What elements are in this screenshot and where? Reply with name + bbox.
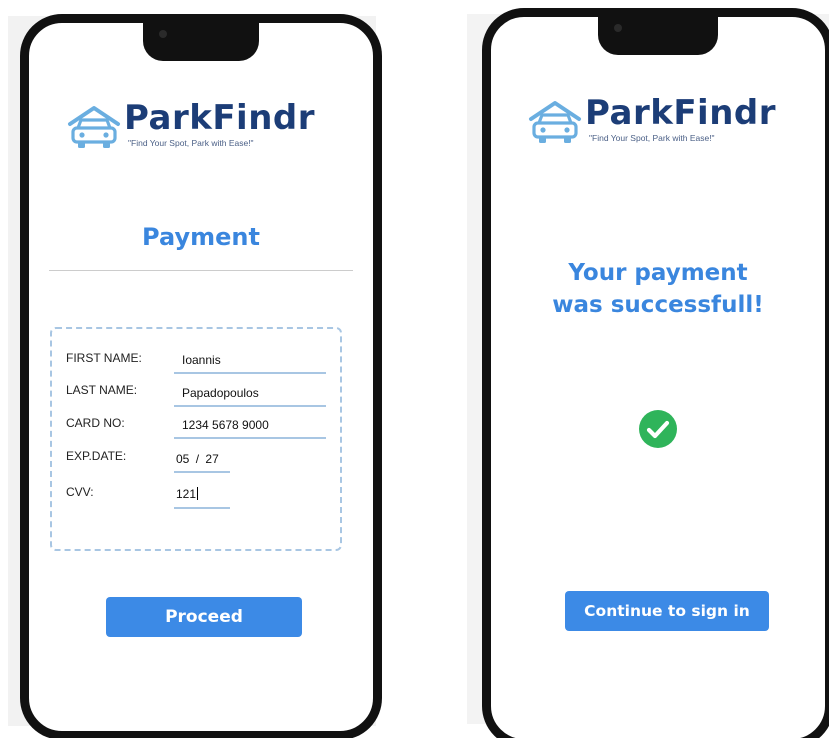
success-line-1: Your payment	[568, 260, 748, 286]
screenshot-stage: ParkFindr "Find Your Spot, Park with Eas…	[0, 0, 829, 738]
check-circle-icon	[638, 409, 678, 449]
exp-year: 27	[205, 452, 219, 466]
success-line-2: was successfull!	[552, 292, 764, 318]
garage-car-icon	[529, 101, 581, 143]
cvv-underline	[174, 507, 230, 509]
success-message: Your payment was successfull!	[491, 257, 825, 321]
exp-date-underline	[174, 471, 230, 473]
payment-phone-frame: ParkFindr "Find Your Spot, Park with Eas…	[20, 14, 382, 738]
brand-name: ParkFindr	[124, 98, 316, 138]
first-name-underline	[174, 372, 326, 374]
cvv-input[interactable]: 121	[176, 487, 199, 501]
title-divider	[49, 270, 353, 271]
last-name-underline	[174, 405, 326, 407]
brand-tagline: "Find Your Spot, Park with Ease!"	[128, 138, 254, 148]
exp-date-input[interactable]: 05 / 27	[176, 452, 219, 466]
garage-car-icon	[68, 106, 120, 148]
exp-separator: /	[195, 452, 200, 466]
card-no-input[interactable]: 1234 5678 9000	[182, 418, 269, 432]
cvv-label: CVV:	[66, 485, 94, 499]
card-no-label: CARD NO:	[66, 416, 125, 430]
exp-month: 05	[176, 452, 190, 466]
cvv-value: 121	[176, 487, 197, 501]
brand-tagline: "Find Your Spot, Park with Ease!"	[589, 133, 715, 143]
continue-to-sign-in-button[interactable]: Continue to sign in	[565, 591, 769, 631]
parkfindr-logo: ParkFindr "Find Your Spot, Park with Eas…	[527, 93, 817, 153]
page-title: Payment	[142, 223, 260, 251]
success-phone-frame: ParkFindr "Find Your Spot, Park with Eas…	[482, 8, 829, 738]
exp-date-label: EXP.DATE:	[66, 449, 127, 463]
first-name-input[interactable]: Ioannis	[182, 353, 221, 367]
proceed-button[interactable]: Proceed	[106, 597, 302, 637]
phone-notch	[598, 17, 718, 55]
brand-name: ParkFindr	[585, 93, 777, 133]
camera-icon	[159, 30, 167, 38]
phone-notch	[143, 23, 259, 61]
first-name-label: FIRST NAME:	[66, 351, 142, 365]
card-no-underline	[174, 437, 326, 439]
payment-form: FIRST NAME: Ioannis LAST NAME: Papadopou…	[50, 327, 342, 551]
last-name-label: LAST NAME:	[66, 383, 138, 397]
last-name-input[interactable]: Papadopoulos	[182, 386, 259, 400]
text-cursor	[197, 487, 199, 500]
parkfindr-logo: ParkFindr "Find Your Spot, Park with Eas…	[66, 98, 356, 158]
camera-icon	[614, 24, 622, 32]
